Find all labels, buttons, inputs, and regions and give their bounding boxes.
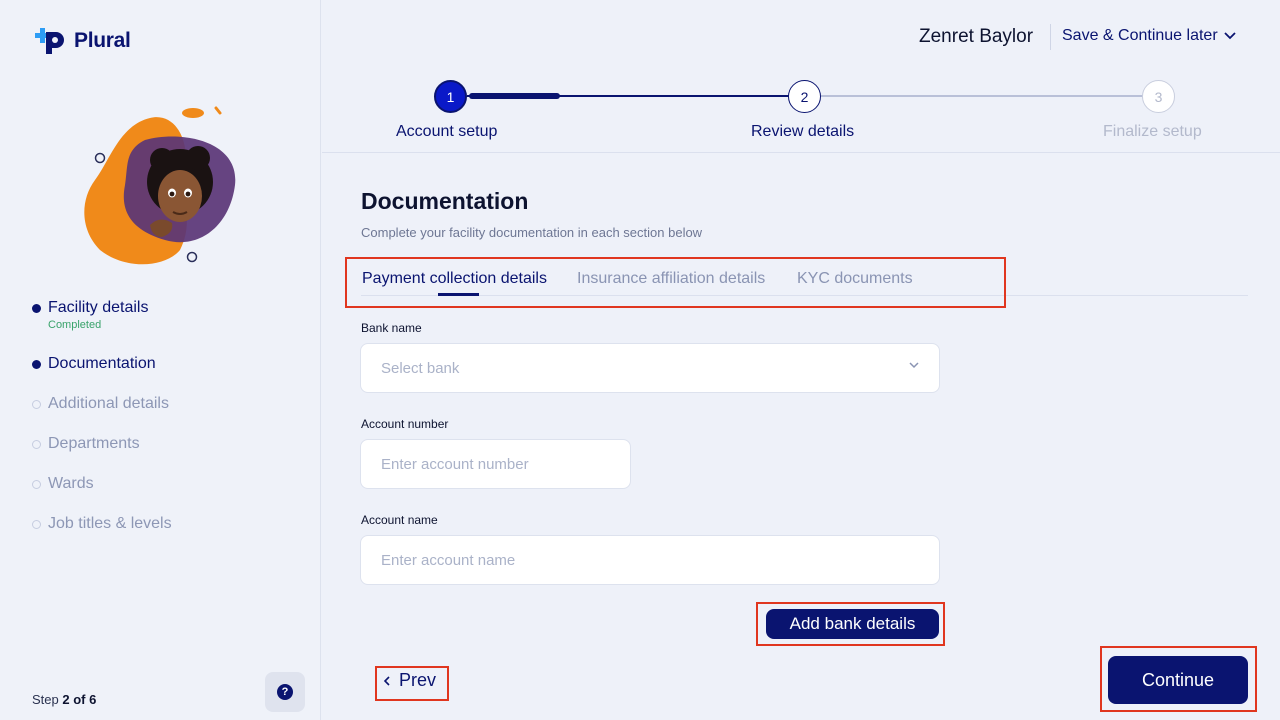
help-button[interactable]: ? [265, 672, 305, 712]
progress-label-account-setup: Account setup [396, 123, 498, 140]
help-icon: ? [277, 684, 293, 700]
chevron-left-icon [383, 675, 390, 686]
step-counter: Step 2 of 6 [32, 692, 96, 707]
user-name: Zenret Baylor [919, 26, 1034, 47]
account-name-label: Account name [361, 513, 438, 527]
tab-kyc-documents[interactable]: KYC documents [797, 270, 913, 288]
avatar-illustration [80, 100, 245, 270]
page-subtitle: Complete your facility documentation in … [361, 225, 703, 240]
step-counter-value: 2 of 6 [62, 692, 97, 707]
tab-active-indicator [438, 293, 479, 296]
logo[interactable]: Plural [32, 26, 131, 56]
sidebar-item-job-titles[interactable]: Job titles & levels [32, 514, 172, 554]
step-dot-empty [32, 440, 41, 449]
sidebar-item-label: Wards [48, 475, 94, 492]
prev-label: Prev [399, 670, 437, 690]
progress-step-2: 2 [788, 80, 821, 113]
chevron-down-icon [909, 362, 919, 369]
progress-fill [469, 93, 560, 99]
step-dot-filled [32, 304, 41, 313]
progress-label-review-details: Review details [751, 123, 855, 140]
chevron-down-icon [1224, 32, 1236, 40]
header-divider [1050, 24, 1051, 50]
save-later-label: Save & Continue later [1062, 27, 1218, 44]
sidebar-item-documentation[interactable]: Documentation [32, 354, 172, 394]
step-dot-filled [32, 360, 41, 369]
step-dot-empty [32, 520, 41, 529]
progress-track-remaining [821, 95, 1146, 97]
account-name-placeholder: Enter account name [381, 551, 516, 569]
status-completed: Completed [48, 319, 102, 331]
progress-step-1: 1 [434, 80, 467, 113]
sidebar-item-facility-details[interactable]: Facility details Completed [32, 298, 172, 354]
save-continue-later-button[interactable]: Save & Continue later [1062, 27, 1236, 45]
bank-name-select[interactable]: Select bank [360, 343, 940, 393]
progress-label-finalize-setup: Finalize setup [1103, 123, 1202, 140]
add-bank-details-button[interactable]: Add bank details [766, 609, 939, 639]
sidebar-item-label: Documentation [48, 355, 156, 372]
account-name-field[interactable]: Enter account name [360, 535, 940, 585]
sidebar-item-label: Departments [48, 435, 140, 452]
page-title: Documentation [361, 188, 529, 214]
progress-stepper: 1 2 3 Account setup Review details Final… [322, 70, 1280, 153]
step-counter-prefix: Step [32, 692, 59, 707]
step-dot-empty [32, 480, 41, 489]
sidebar-item-additional-details[interactable]: Additional details [32, 394, 172, 434]
plural-logo-icon [32, 26, 70, 56]
account-number-placeholder: Enter account number [381, 455, 529, 473]
sidebar-steps: Facility details Completed Documentation… [32, 298, 172, 554]
sidebar: Plural Facility details Completed Docume… [0, 0, 321, 720]
sidebar-item-label: Facility details [48, 299, 149, 316]
account-number-field[interactable]: Enter account number [360, 439, 631, 489]
documentation-tabs: Payment collection details Insurance aff… [361, 266, 1248, 296]
prev-button[interactable]: Prev [383, 670, 436, 691]
sidebar-item-label: Additional details [48, 395, 169, 412]
account-number-label: Account number [361, 417, 449, 431]
logo-text: Plural [74, 29, 131, 52]
tab-insurance-affiliation[interactable]: Insurance affiliation details [577, 270, 765, 288]
sidebar-item-departments[interactable]: Departments [32, 434, 172, 474]
bank-name-placeholder: Select bank [381, 359, 460, 377]
tab-payment-collection[interactable]: Payment collection details [362, 270, 547, 288]
progress-step-3: 3 [1142, 80, 1175, 113]
sidebar-item-label: Job titles & levels [48, 515, 172, 532]
sidebar-item-wards[interactable]: Wards [32, 474, 172, 514]
step-dot-empty [32, 400, 41, 409]
bank-name-label: Bank name [361, 321, 422, 335]
continue-button[interactable]: Continue [1108, 656, 1248, 704]
